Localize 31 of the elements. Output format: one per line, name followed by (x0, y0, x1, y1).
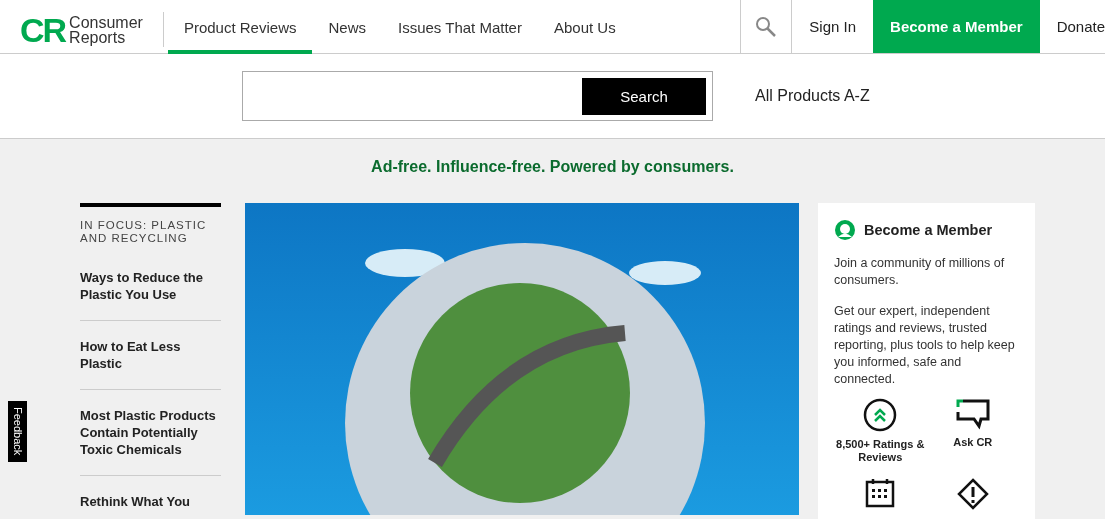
tagline: Ad-free. Influence-free. Powered by consumers. (370, 157, 735, 177)
article-link[interactable]: Rethink What You (80, 476, 221, 519)
sign-in-link[interactable]: Sign In (792, 0, 874, 53)
card-title: Become a Member (864, 222, 993, 238)
search-toggle[interactable] (740, 0, 793, 53)
nav-tab[interactable]: Product Reviews (167, 0, 313, 54)
feedback-tab[interactable]: Feedback (8, 401, 27, 462)
article-link[interactable]: Most Plastic Products Contain Potentially Toxic Chemicals (80, 390, 221, 476)
logo-mark: CR (20, 12, 66, 47)
card-text: Get our expert, independent ratings and reviews, trusted reporting, plus tools to help keep you informed, safe and connected. (834, 303, 1016, 388)
globe-photo-placeholder[interactable] (245, 203, 799, 515)
all-products-link[interactable]: All Products A-Z (755, 87, 870, 105)
feature-label[interactable]: Ask CR (953, 436, 993, 449)
member-icon (834, 219, 856, 241)
search-icon (755, 15, 778, 38)
nav-tab[interactable]: News (312, 0, 382, 54)
nav-tab[interactable]: Issues That Matter (382, 0, 538, 54)
feature-label[interactable]: 8,500+ Ratings & Reviews (834, 438, 927, 464)
donate-link[interactable]: Donate (1039, 0, 1105, 53)
section-heading: IN FOCUS: PLASTIC AND RECYCLING (80, 218, 208, 246)
logo-name: Consumer Reports (69, 14, 143, 45)
alert-diamond-icon (956, 478, 989, 510)
article-link[interactable]: Ways to Reduce the Plastic You Use (80, 269, 221, 321)
card-text: Join a community of millions of consumers. (834, 255, 1006, 289)
article-link[interactable]: How to Eat Less Plastic (80, 321, 221, 390)
speech-bubble-icon (954, 398, 991, 430)
calendar-icon (865, 478, 896, 508)
chevrons-up-icon (863, 398, 898, 432)
search-field[interactable]: Search (242, 71, 713, 121)
search-button[interactable]: Search (582, 77, 706, 115)
nav-tab[interactable]: About Us (537, 0, 632, 54)
